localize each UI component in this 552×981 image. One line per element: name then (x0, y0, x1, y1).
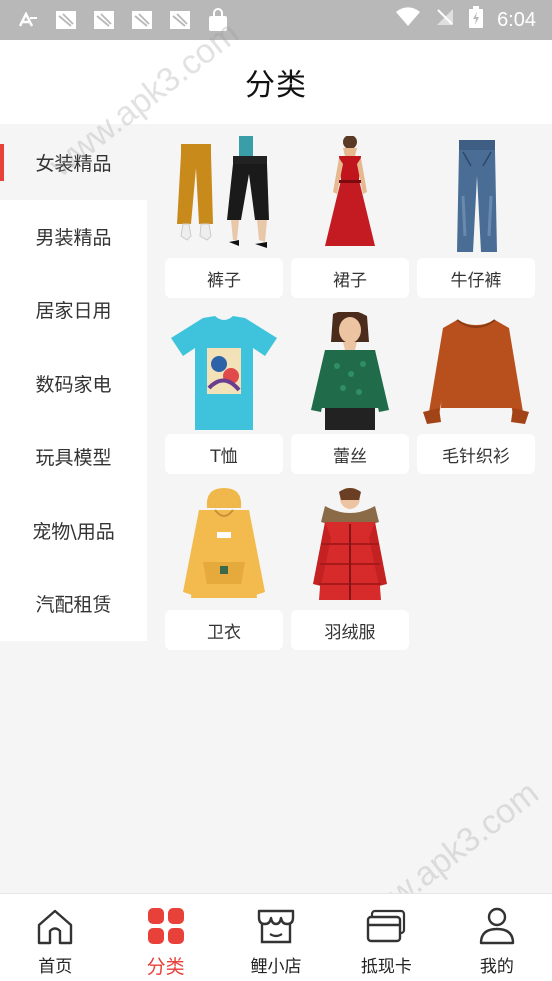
nav-profile[interactable]: 我的 (442, 894, 552, 981)
subcategory-card[interactable]: 羽绒服 (291, 486, 409, 650)
user-icon (477, 906, 517, 946)
sidebar-item-label: 男装精品 (35, 226, 112, 249)
subcategory-label: T恤 (165, 434, 283, 474)
down-jacket-image (291, 486, 409, 610)
dress-image (291, 134, 409, 258)
nav-label: 我的 (479, 957, 514, 977)
nav-category[interactable]: 分类 (110, 894, 220, 981)
bottom-nav: 首页 分类 鲤小店 抵现卡 我的 (0, 893, 552, 981)
sidebar-item-label: 数码家电 (35, 373, 112, 396)
card-icon (366, 906, 406, 946)
subcategory-label: 卫衣 (165, 610, 283, 650)
page-header: 分类 (0, 40, 552, 124)
jeans-image (417, 134, 535, 258)
subcategory-label: 裙子 (291, 258, 409, 298)
nav-label: 抵现卡 (360, 957, 412, 977)
subcategory-label: 牛仔裤 (417, 258, 535, 298)
sweater-image (417, 310, 535, 434)
subcategory-grid: 裤子 裙子 牛仔裤 T恤 蕾丝 毛针织衫 卫衣 羽绒服 (165, 134, 535, 650)
hoodie-image (165, 486, 283, 610)
nav-home[interactable]: 首页 (0, 894, 110, 981)
status-time: 6:04 (497, 8, 536, 31)
pants-image (165, 134, 283, 258)
notification-icon (92, 9, 116, 31)
wifi-icon (395, 7, 421, 33)
tshirt-image (165, 310, 283, 434)
category-icon (146, 906, 186, 946)
subcategory-label: 毛针织衫 (417, 434, 535, 474)
subcategory-card[interactable]: 牛仔裤 (417, 134, 535, 298)
sidebar-item-label: 宠物\用品 (32, 520, 115, 543)
status-bar: 6:04 (0, 0, 552, 40)
subcategory-card[interactable]: T恤 (165, 310, 283, 474)
nav-label: 首页 (38, 957, 73, 977)
notification-icon (130, 9, 154, 31)
nav-label: 分类 (146, 956, 185, 978)
sidebar-item-womens[interactable]: 女装精品 (0, 126, 147, 200)
subcategory-label: 蕾丝 (291, 434, 409, 474)
subcategory-label: 羽绒服 (291, 610, 409, 650)
sidebar-item-label: 居家日用 (35, 300, 112, 323)
notification-icon (168, 9, 192, 31)
category-sidebar: 女装精品 男装精品 居家日用 数码家电 玩具模型 宠物\用品 汽配租赁 (0, 126, 147, 641)
sidebar-item-mens[interactable]: 男装精品 (0, 199, 147, 273)
notification-icon (54, 9, 78, 31)
a-icon (16, 9, 40, 31)
no-signal-icon (435, 7, 455, 33)
lace-top-image (291, 310, 409, 434)
subcategory-card[interactable]: 毛针织衫 (417, 310, 535, 474)
sidebar-item-label: 汽配租赁 (35, 594, 112, 617)
sidebar-item-digital[interactable]: 数码家电 (0, 346, 147, 420)
sidebar-item-label: 玩具模型 (35, 447, 112, 470)
shopping-bag-icon (206, 8, 230, 31)
nav-card[interactable]: 抵现卡 (331, 894, 441, 981)
subcategory-label: 裤子 (165, 258, 283, 298)
sidebar-item-home[interactable]: 居家日用 (0, 273, 147, 347)
subcategory-card[interactable]: 蕾丝 (291, 310, 409, 474)
shop-icon (256, 906, 296, 946)
nav-shop[interactable]: 鲤小店 (221, 894, 331, 981)
home-icon (35, 906, 75, 946)
sidebar-item-auto[interactable]: 汽配租赁 (0, 567, 147, 641)
sidebar-item-toys[interactable]: 玩具模型 (0, 420, 147, 494)
sidebar-item-pets[interactable]: 宠物\用品 (0, 493, 147, 567)
subcategory-card[interactable]: 卫衣 (165, 486, 283, 650)
sidebar-item-label: 女装精品 (35, 153, 112, 176)
subcategory-card[interactable]: 裙子 (291, 134, 409, 298)
subcategory-card[interactable]: 裤子 (165, 134, 283, 298)
page-title: 分类 (245, 68, 307, 103)
nav-label: 鲤小店 (250, 957, 302, 977)
battery-icon (469, 6, 484, 34)
